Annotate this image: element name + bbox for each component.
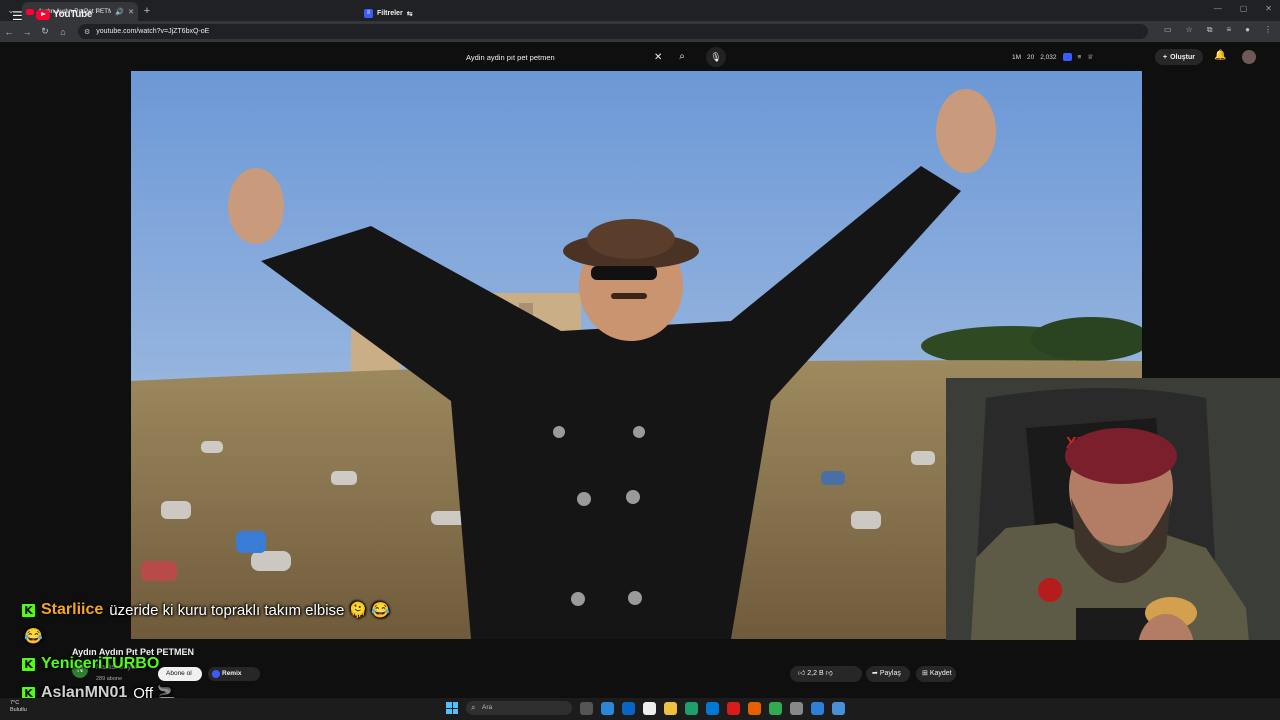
stat-likes: 2,032 bbox=[1040, 53, 1057, 61]
create-label: Oluştur bbox=[1170, 53, 1195, 61]
window-controls: — ▢ ✕ bbox=[1214, 4, 1272, 13]
search-input[interactable]: Aydin aydin pıt pet petmen ✕ bbox=[460, 47, 670, 67]
thumbs-down-icon[interactable]: 👎︎ bbox=[826, 670, 833, 677]
profile-icon[interactable]: ● bbox=[1245, 25, 1250, 35]
url-text: youtube.com/watch?v=JjZT6bxQ-oE bbox=[96, 28, 210, 35]
extension-badge-icon[interactable] bbox=[1062, 53, 1072, 61]
like-count: 2,2 B bbox=[807, 670, 824, 677]
settings-icon[interactable] bbox=[790, 702, 803, 715]
logo-region: TR bbox=[95, 8, 102, 15]
chat-message: K Starliice üzeride ki kuru topraklı tak… bbox=[22, 601, 390, 619]
save-button[interactable]: ⊞ Kaydet bbox=[916, 666, 956, 682]
kick-badge-icon: K bbox=[22, 603, 35, 617]
chat-username: YeniceriTURBO bbox=[41, 655, 160, 672]
notepad-icon[interactable] bbox=[643, 702, 656, 715]
share-label: Paylaş bbox=[879, 670, 901, 677]
menu-icon[interactable]: ⋮ bbox=[1264, 25, 1272, 35]
kick-badge-icon: K bbox=[22, 657, 35, 671]
home-icon[interactable]: ⌂ bbox=[54, 27, 72, 37]
chat-username: Starliice bbox=[41, 601, 104, 618]
task-view-icon[interactable] bbox=[580, 702, 593, 715]
subscribe-button[interactable]: Abone ol bbox=[158, 667, 202, 681]
speaker-icon[interactable]: 🔊 bbox=[115, 8, 124, 16]
share-button[interactable]: ➦ Paylaş bbox=[866, 666, 910, 682]
extension-stats: 1M 20 2,032 ≡ ♕ bbox=[1012, 53, 1093, 61]
hamburger-menu-icon[interactable]: ☰ bbox=[12, 9, 23, 23]
save-label: Kaydet bbox=[929, 670, 952, 677]
back-icon[interactable]: ← bbox=[0, 27, 18, 37]
avatar[interactable] bbox=[1242, 50, 1256, 64]
firefox-icon[interactable] bbox=[748, 702, 761, 715]
notifications-bell-icon[interactable]: 🔔 bbox=[1214, 50, 1226, 61]
app-icon[interactable] bbox=[811, 702, 824, 715]
taskbar-apps bbox=[580, 702, 845, 715]
chat-message: 😂 bbox=[24, 627, 43, 645]
omnibox[interactable]: ⚙ youtube.com/watch?v=JjZT6bxQ-oE bbox=[78, 24, 1148, 39]
stat-comments: 20 bbox=[1027, 53, 1035, 61]
extension-icon: ≡ bbox=[364, 9, 373, 18]
app-icon[interactable] bbox=[706, 702, 719, 715]
search-icon[interactable]: ⌕ bbox=[672, 47, 692, 67]
remix-button[interactable]: Remix bbox=[208, 667, 260, 681]
cast-icon[interactable]: ▭ bbox=[1164, 25, 1172, 35]
save-icon: ⊞ bbox=[922, 670, 928, 677]
close-window-icon[interactable]: ✕ bbox=[1265, 4, 1272, 13]
clear-search-icon[interactable]: ✕ bbox=[654, 52, 662, 63]
filters-button[interactable]: ≡ Filtreler ⇆ bbox=[364, 9, 413, 18]
edge-icon[interactable] bbox=[601, 702, 614, 715]
list-icon[interactable]: ≡ bbox=[1078, 54, 1082, 61]
new-tab-icon[interactable]: + bbox=[138, 5, 156, 17]
opera-icon[interactable] bbox=[727, 702, 740, 715]
trophy-icon[interactable]: ♕ bbox=[1087, 53, 1093, 61]
microphone-icon[interactable]: 🎙 bbox=[706, 47, 726, 67]
stat-views: 1M bbox=[1012, 53, 1022, 61]
plus-icon: + bbox=[1163, 53, 1168, 61]
bookmark-star-icon[interactable]: ☆ bbox=[1186, 25, 1193, 35]
filters-label: Filtreler bbox=[377, 10, 403, 17]
youtube-play-icon bbox=[36, 9, 50, 20]
close-tab-icon[interactable]: ✕ bbox=[128, 8, 134, 16]
sliders-icon: ⇆ bbox=[406, 10, 413, 18]
app-icon[interactable] bbox=[832, 702, 845, 715]
chat-message: K YeniceriTURBO bbox=[22, 655, 159, 673]
thumbs-up-icon: 👍︎ bbox=[798, 670, 806, 677]
media-icon[interactable]: ≡ bbox=[1226, 25, 1231, 35]
share-icon: ➦ bbox=[872, 670, 878, 677]
youtube-logo[interactable]: YouTube TR bbox=[36, 9, 102, 20]
search-query: Aydin aydin pıt pet petmen bbox=[466, 52, 555, 62]
create-button[interactable]: + Oluştur bbox=[1155, 49, 1203, 65]
minimize-icon[interactable]: — bbox=[1214, 4, 1222, 13]
extensions-icon[interactable]: ⧉ bbox=[1207, 25, 1213, 35]
forward-icon[interactable]: → bbox=[18, 27, 36, 37]
site-info-icon[interactable]: ⚙ bbox=[84, 28, 90, 36]
logo-text: YouTube bbox=[53, 9, 93, 20]
weather-temp: 7°C bbox=[10, 700, 20, 706]
maximize-icon[interactable]: ▢ bbox=[1240, 4, 1248, 13]
chrome-icon[interactable] bbox=[769, 702, 782, 715]
toolbar-right: ▭ ☆ ⧉ ≡ ● ⋮ bbox=[1164, 25, 1272, 35]
youtube-favicon-icon bbox=[26, 8, 34, 15]
like-button[interactable]: 👍︎ 2,2 B 👎︎ bbox=[790, 666, 862, 682]
chat-text: üzeride ki kuru topraklı takım elbise 🫠 … bbox=[109, 602, 391, 619]
subscriber-count: 289 abone bbox=[96, 676, 122, 682]
chat-text: 😂 bbox=[24, 628, 43, 645]
weather-widget[interactable]: 7°C Bulutlu bbox=[10, 700, 27, 714]
windows-start-icon[interactable] bbox=[446, 702, 458, 714]
outlook-icon[interactable] bbox=[622, 702, 635, 715]
file-explorer-icon[interactable] bbox=[664, 702, 677, 715]
reload-icon[interactable]: ↻ bbox=[36, 26, 54, 37]
taskbar-search[interactable]: Ara bbox=[466, 701, 572, 715]
weather-desc: Bulutlu bbox=[10, 707, 27, 713]
browser-toolbar: ← → ↻ ⌂ ⚙ youtube.com/watch?v=JjZT6bxQ-o… bbox=[0, 21, 1280, 42]
browser-tabstrip: ⌄ Aydın Aydın Pıt Pet PETMEN 🔊 ✕ + — ▢ ✕ bbox=[0, 0, 1280, 21]
store-icon[interactable] bbox=[685, 702, 698, 715]
